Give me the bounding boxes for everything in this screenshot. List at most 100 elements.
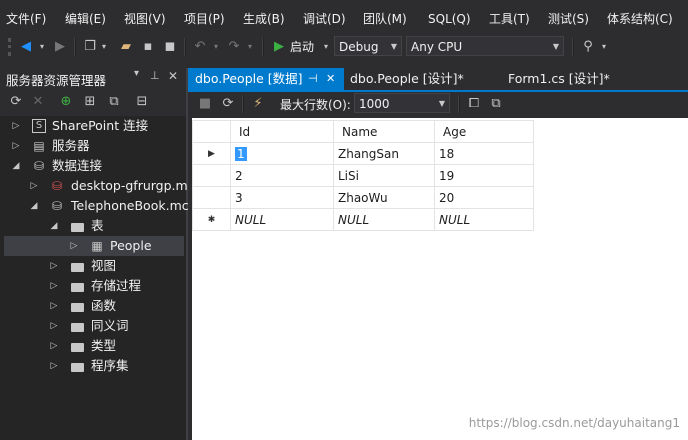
menu-architecture[interactable]: 体系结构(C): [607, 10, 673, 28]
tree-item-people[interactable]: ▷ ▦ People: [4, 236, 184, 256]
menu-team[interactable]: 团队(M): [363, 10, 407, 28]
max-rows-select[interactable]: 1000 ▼: [354, 93, 450, 113]
redo-dropdown-icon[interactable]: ▾: [246, 39, 254, 55]
panel-splitter[interactable]: [186, 68, 188, 440]
tab-people-design[interactable]: dbo.People [设计]*: [348, 68, 498, 90]
new-dropdown-icon[interactable]: ▾: [100, 39, 108, 55]
tree-item-synonyms[interactable]: ▷ 同义词: [0, 316, 186, 336]
column-header-name[interactable]: Name: [333, 120, 435, 143]
cell-id[interactable]: 3: [230, 186, 334, 209]
tree-item-types[interactable]: ▷ 类型: [0, 336, 186, 356]
menu-debug[interactable]: 调试(D): [303, 10, 346, 28]
collapsed-arrow-icon[interactable]: ▷: [48, 336, 60, 356]
tree-item-telephonebook[interactable]: ◢ ⛁ TelephoneBook.mc: [0, 196, 189, 216]
collapsed-arrow-icon[interactable]: ▷: [48, 316, 60, 336]
filter-icon[interactable]: ⚡: [250, 96, 266, 112]
collapsed-arrow-icon[interactable]: ▷: [48, 276, 60, 296]
save-icon[interactable]: ▪: [140, 39, 156, 55]
undo-icon[interactable]: ↶: [192, 39, 208, 55]
collapsed-arrow-icon[interactable]: ▷: [10, 136, 22, 156]
tree-item-stored-procedures[interactable]: ▷ 存储过程: [0, 276, 186, 296]
navigate-forward-icon[interactable]: ▶: [52, 39, 68, 55]
window-position-icon[interactable]: ▾: [134, 68, 139, 79]
refresh-icon[interactable]: ⟳: [8, 94, 24, 110]
menu-tools[interactable]: 工具(T): [489, 10, 530, 28]
menu-sql[interactable]: SQL(Q): [428, 10, 471, 28]
start-icon[interactable]: ▶: [272, 39, 286, 55]
menu-view[interactable]: 视图(V): [124, 10, 166, 28]
row-header[interactable]: [192, 164, 231, 187]
connect-to-server-icon[interactable]: ⊞: [82, 94, 98, 110]
tree-item-tables[interactable]: ◢ 表: [0, 216, 186, 236]
menu-test[interactable]: 测试(S): [548, 10, 589, 28]
tree-item-views[interactable]: ▷ 视图: [0, 256, 186, 276]
current-row-icon[interactable]: ▶: [192, 142, 231, 165]
menu-project[interactable]: 项目(P): [184, 10, 225, 28]
tree-item-functions[interactable]: ▷ 函数: [0, 296, 186, 316]
solution-config-select[interactable]: Debug ▼: [334, 36, 402, 56]
properties-icon[interactable]: ⊟: [134, 94, 150, 110]
script-icon[interactable]: ⧠: [466, 96, 482, 112]
table-row[interactable]: ▶ 1 ZhangSan 18: [192, 142, 534, 165]
navigate-back-icon[interactable]: ◀: [18, 39, 34, 55]
tree-item-desktop-connection[interactable]: ▷ ⛁ desktop-gfrurgp.m: [0, 176, 188, 196]
start-dropdown-icon[interactable]: ▾: [322, 39, 330, 55]
cell-age[interactable]: 18: [434, 142, 534, 165]
save-all-icon[interactable]: ◼: [162, 39, 178, 55]
collapsed-arrow-icon[interactable]: ▷: [10, 116, 22, 136]
cell-name[interactable]: ZhaoWu: [333, 186, 435, 209]
cell-age[interactable]: 19: [434, 164, 534, 187]
expanded-arrow-icon[interactable]: ◢: [48, 216, 60, 236]
platform-select[interactable]: Any CPU ▼: [406, 36, 564, 56]
close-icon[interactable]: ✕: [168, 69, 178, 83]
tab-form1-design[interactable]: Form1.cs [设计]*: [506, 68, 656, 90]
stop-icon[interactable]: ■: [198, 96, 212, 112]
cell-age[interactable]: 20: [434, 186, 534, 209]
tree-item-assemblies[interactable]: ▷ 程序集: [0, 356, 186, 376]
expanded-arrow-icon[interactable]: ◢: [10, 156, 22, 176]
open-file-icon[interactable]: ▰: [118, 39, 134, 55]
new-row[interactable]: ✱ NULL NULL NULL: [192, 208, 534, 231]
pin-icon[interactable]: ⊣: [308, 68, 318, 90]
cell-id[interactable]: 2: [230, 164, 334, 187]
collapsed-arrow-icon[interactable]: ▷: [28, 176, 40, 196]
export-icon[interactable]: ⧉: [488, 96, 504, 112]
menu-build[interactable]: 生成(B): [243, 10, 285, 28]
toolbar-grip[interactable]: [8, 38, 11, 56]
redo-icon[interactable]: ↷: [226, 39, 242, 55]
tree-item-sharepoint[interactable]: ▷ S SharePoint 连接: [0, 116, 186, 136]
menu-file[interactable]: 文件(F): [6, 10, 46, 28]
table-row[interactable]: 3 ZhaoWu 20: [192, 186, 534, 209]
start-button[interactable]: 启动: [290, 39, 322, 55]
menu-edit[interactable]: 编辑(E): [65, 10, 106, 28]
column-header-age[interactable]: Age: [434, 120, 534, 143]
cell-id[interactable]: 1: [230, 142, 334, 165]
toolbar-overflow-icon[interactable]: ▾: [600, 39, 608, 55]
collapsed-arrow-icon[interactable]: ▷: [48, 256, 60, 276]
collapsed-arrow-icon[interactable]: ▷: [48, 296, 60, 316]
new-row-icon[interactable]: ✱: [192, 208, 231, 231]
pin-icon[interactable]: ⊥: [150, 69, 160, 82]
collapsed-arrow-icon[interactable]: ▷: [48, 356, 60, 376]
tree-item-data-connections[interactable]: ◢ ⛁ 数据连接: [0, 156, 186, 176]
expanded-arrow-icon[interactable]: ◢: [28, 196, 40, 216]
close-icon[interactable]: ✕: [326, 68, 335, 90]
cell-name[interactable]: NULL: [333, 208, 435, 231]
tab-people-data[interactable]: dbo.People [数据] ⊣ ✕: [188, 68, 344, 90]
cell-name[interactable]: LiSi: [333, 164, 435, 187]
table-row[interactable]: 2 LiSi 19: [192, 164, 534, 187]
column-header-id[interactable]: Id: [230, 120, 334, 143]
back-dropdown-icon[interactable]: ▾: [38, 39, 46, 55]
row-header[interactable]: [192, 186, 231, 209]
corner-cell[interactable]: [192, 120, 231, 143]
cell-age[interactable]: NULL: [434, 208, 534, 231]
cell-id[interactable]: NULL: [230, 208, 334, 231]
new-project-icon[interactable]: ❐: [82, 39, 98, 55]
undo-dropdown-icon[interactable]: ▾: [212, 39, 220, 55]
connect-to-sharepoint-icon[interactable]: ⧉: [106, 94, 122, 110]
refresh-icon[interactable]: ⟳: [220, 96, 236, 112]
cell-name[interactable]: ZhangSan: [333, 142, 435, 165]
collapsed-arrow-icon[interactable]: ▷: [68, 236, 80, 256]
stop-icon[interactable]: ✕: [30, 94, 46, 110]
connect-to-database-icon[interactable]: ⊕: [58, 94, 74, 110]
